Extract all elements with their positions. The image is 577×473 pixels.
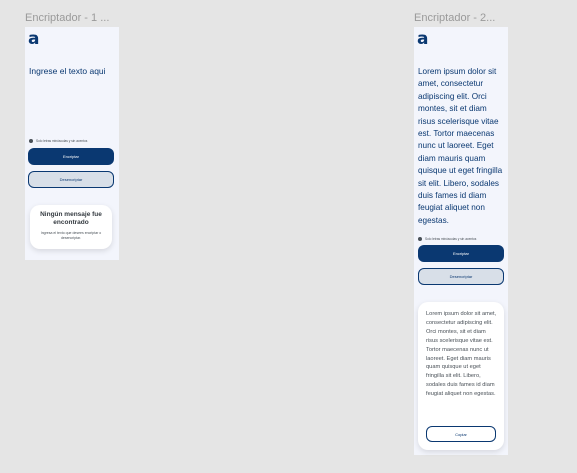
frame-encriptador-2: a Lorem ipsum dolor sit amet, consectetu… — [414, 27, 508, 455]
frame-1-title: Encriptador - 1 ... — [25, 12, 110, 24]
result-card: Lorem ipsum dolor sit amet, consectetur … — [418, 302, 504, 450]
encrypt-button[interactable]: Encriptar — [418, 245, 504, 262]
hint-row: Solo letras minúsculas y sin acentos — [418, 237, 476, 241]
copy-button[interactable]: Copiar — [426, 426, 496, 442]
logo-icon: a — [417, 29, 429, 49]
text-input[interactable]: Lorem ipsum dolor sit amet, consectetur … — [418, 66, 506, 227]
text-input[interactable]: Ingrese el texto aqui — [29, 66, 106, 76]
decrypt-button[interactable]: Desencriptar — [28, 171, 114, 188]
info-icon — [29, 139, 33, 143]
logo-icon: a — [28, 29, 40, 49]
info-icon — [418, 237, 422, 241]
encrypt-button[interactable]: Encriptar — [28, 148, 114, 165]
hint-row: Solo letras minúsculas y sin acentos — [29, 139, 87, 143]
empty-title: Ningún mensaje fue encontrado — [40, 211, 102, 226]
hint-text: Solo letras minúsculas y sin acentos — [36, 139, 88, 143]
frame-2-title: Encriptador - 2... — [414, 12, 496, 24]
empty-subtitle: Ingresa el texto que desees encriptar o … — [40, 231, 102, 240]
result-text: Lorem ipsum dolor sit amet, consectetur … — [426, 311, 497, 398]
frame-encriptador-1: a Ingrese el texto aqui Solo letras minú… — [25, 27, 119, 260]
empty-message-card: Ningún mensaje fue encontrado Ingresa el… — [30, 205, 112, 249]
decrypt-button[interactable]: Desencriptar — [418, 268, 504, 285]
hint-text: Solo letras minúsculas y sin acentos — [425, 237, 477, 241]
